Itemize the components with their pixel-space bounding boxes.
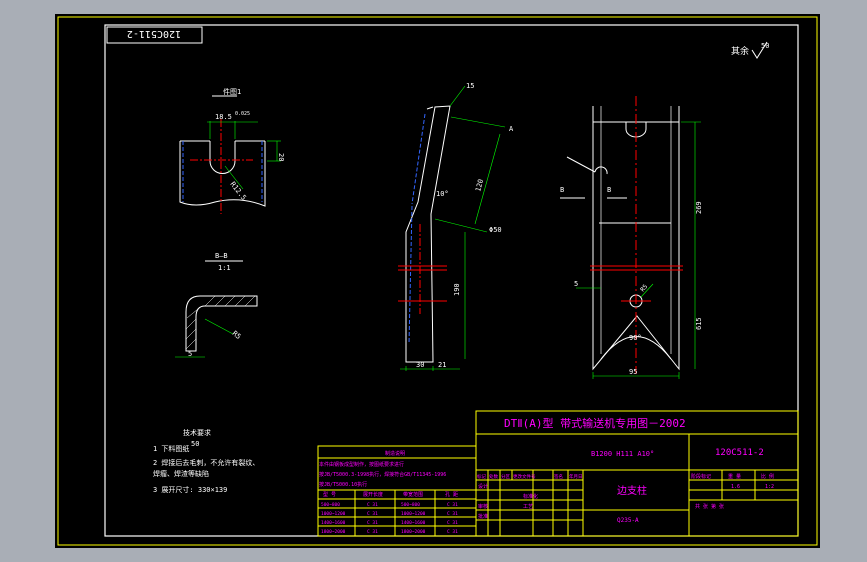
spec-cell-3-3: C 31 — [447, 529, 458, 535]
spec-table: 制造说明 本件由钢板成型制作，按图纸要求进行 按JB/T5000.3-1998执… — [317, 445, 477, 537]
spec-table-title: 制造说明 — [385, 450, 405, 457]
spec-note-3: 按JB/T5000.10执行 — [319, 481, 367, 488]
note-line-1: 1 下料图纸 — [153, 444, 189, 453]
spec-cell-1-2: 1000~1200 — [401, 511, 426, 517]
title-stage: 阶段标记 — [691, 473, 711, 480]
dim-mid-point: A — [509, 125, 514, 133]
section-scale: 1:1 — [218, 264, 231, 272]
dim-left-width: 18.5 — [215, 113, 232, 121]
dim-right-r: R5 — [639, 283, 649, 293]
sign-col-3: 分区 — [501, 473, 510, 480]
dim-left-tol: 0.025 — [235, 111, 250, 117]
sign-row-1: 设计 — [478, 483, 488, 490]
sign-col-5: 签名 — [554, 473, 563, 480]
title-weight: 重 量 — [728, 473, 741, 480]
dim-mid-top: 15 — [466, 82, 474, 90]
spec-header-4: 孔 距 — [445, 491, 458, 498]
sign-row-2: 标准化 — [523, 493, 538, 500]
sign-col-1: 标记 — [477, 473, 486, 480]
dim-right-width: 95 — [629, 368, 637, 376]
spec-cell-0-1: C 31 — [367, 502, 378, 508]
spec-cell-1-1: C 31 — [367, 511, 378, 517]
sign-col-2: 处数 — [489, 473, 498, 480]
section-view: B—B 1:1 R5 5 — [175, 252, 258, 358]
title-block: DTⅡ(A)型 带式输送机专用图－2002 B1200 H111 A10° 12… — [475, 410, 799, 537]
dim-right-five: 5 — [574, 280, 578, 288]
drawing-canvas: 120C511-2 其余 50 件图1 18.5 0.025 20 R12.5 … — [57, 16, 818, 546]
code-box-text: 120C511-2 — [127, 28, 181, 39]
spec-cell-1-0: 1000~1200 — [321, 511, 346, 517]
spec-header-2: 展开长度 — [363, 491, 383, 498]
front-view: B B 269 615 90° 95 5 R5 — [560, 96, 703, 379]
spec-cell-3-0: 1800~2000 — [321, 529, 346, 535]
spec-note-1: 本件由钢板成型制作，按图纸要求进行 — [319, 461, 404, 468]
spec-header-1: 型 号 — [323, 491, 336, 498]
spec-cell-3-2: 1800~2000 — [401, 529, 426, 535]
drawing-viewport[interactable]: 120C511-2 其余 50 件图1 18.5 0.025 20 R12.5 … — [55, 14, 820, 548]
dim-right-lower: 615 — [695, 317, 703, 330]
sign-col-4: 更改文件号 — [513, 473, 536, 480]
sign-row-3: 审核 — [478, 503, 488, 510]
side-view: 15 A 120 10° Φ50 190 30 21 — [398, 82, 514, 371]
detail-view: 件图1 18.5 0.025 20 R12.5 — [179, 87, 285, 214]
sign-row-5: 批准 — [478, 513, 488, 520]
dim-mid-angle: 10° — [436, 190, 449, 198]
dim-mid-len2: 190 — [453, 283, 461, 296]
title-weight-val: 1.6 — [731, 484, 740, 490]
spec-cell-0-0: 500~800 — [321, 502, 340, 508]
spec-cell-3-1: C 31 — [367, 529, 378, 535]
note-line-3: 焊瘤、焊渣等缺陷 — [153, 469, 209, 478]
title-sheet: 共 张 第 张 — [695, 503, 724, 510]
dim-section-radius: R5 — [231, 329, 243, 341]
spec-cell-0-3: C 31 — [447, 502, 458, 508]
detail-title: 件图1 — [223, 87, 241, 96]
spec-note-2: 按JB/T5000.3-1998执行，焊接符合GB/T11345-1996 — [319, 471, 446, 478]
sign-row-4: 工艺 — [523, 504, 533, 510]
spec-header-3: 带宽范围 — [403, 491, 423, 498]
dim-left-radius: R12.5 — [228, 180, 247, 202]
title-number: 120C511-2 — [715, 448, 764, 458]
spec-cell-0-2: 500~800 — [401, 502, 420, 508]
title-material: Q235-A — [617, 517, 639, 524]
dim-section-gap: 5 — [188, 350, 192, 358]
roughness-note: 其余 50 — [731, 41, 769, 59]
dim-right-b-right: B — [607, 186, 611, 194]
dim-mid-hole: Φ50 — [489, 226, 502, 234]
title-part-name: 边支柱 — [617, 484, 647, 497]
code-box: 120C511-2 — [106, 26, 203, 44]
roughness-value: 50 — [761, 42, 769, 50]
dim-left-height: 20 — [277, 153, 285, 161]
dim-mid-len1: 120 — [474, 178, 485, 192]
section-label: B—B — [215, 252, 228, 260]
roughness-label: 其余 — [731, 45, 749, 57]
notes-roughness: 50 — [191, 440, 199, 448]
note-line-2: 2 焊接后去毛刺，不允许有裂纹、 — [153, 458, 259, 467]
notes-title: 技术要求 — [183, 428, 211, 437]
spec-cell-1-3: C 31 — [447, 511, 458, 517]
sign-col-6: 年月日 — [569, 473, 583, 480]
title-ratio: 比 例 — [761, 473, 774, 480]
title-series: DTⅡ(A)型 带式输送机专用图－2002 — [504, 416, 686, 430]
note-line-4: 3 展开尺寸: 330×139 — [153, 485, 227, 494]
technical-notes: 技术要求 50 1 下料图纸 2 焊接后去毛刺，不允许有裂纹、 焊瘤、焊渣等缺陷… — [153, 428, 259, 494]
dim-right-angle: 90° — [629, 334, 642, 342]
spec-cell-2-0: 1400~1600 — [321, 520, 346, 526]
title-ratio-val: 1:2 — [765, 484, 774, 490]
dim-right-b-left: B — [560, 186, 564, 194]
spec-cell-2-1: C 31 — [367, 520, 378, 526]
dim-mid-w2: 21 — [438, 361, 446, 369]
spec-cell-2-3: C 31 — [447, 520, 458, 526]
dim-right-height: 269 — [695, 201, 703, 214]
dim-mid-w1: 30 — [416, 361, 424, 369]
spec-cell-2-2: 1400~1600 — [401, 520, 426, 526]
title-spec: B1200 H111 A10° — [591, 450, 654, 458]
